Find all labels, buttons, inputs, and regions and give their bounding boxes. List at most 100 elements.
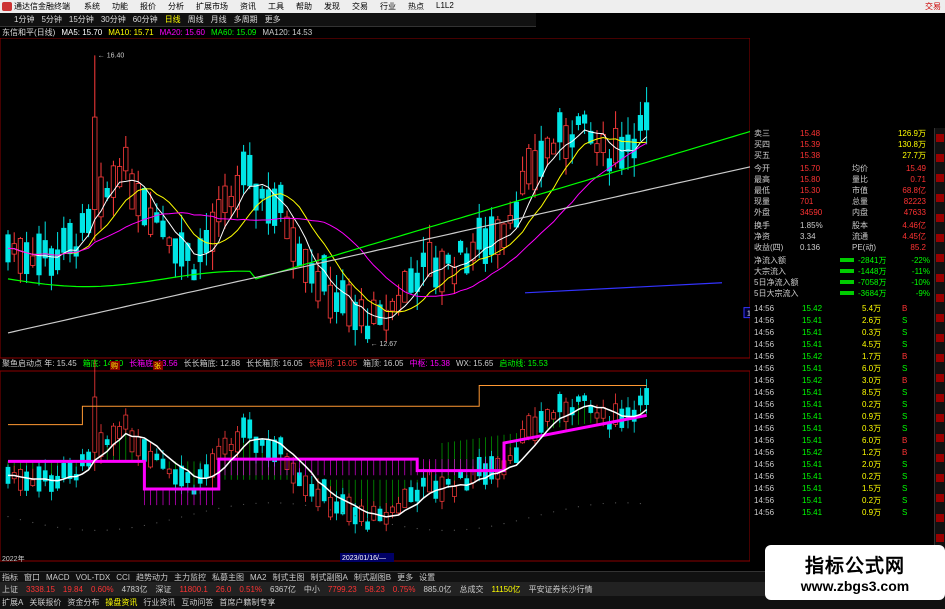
indicator-tab-1[interactable]: 窗口 <box>24 572 40 583</box>
band-dot <box>143 524 145 527</box>
side-tool-button[interactable] <box>936 234 944 242</box>
side-tool-button[interactable] <box>936 534 944 542</box>
indicator-tab-13[interactable]: 设置 <box>419 572 435 583</box>
menu-item-1[interactable]: 功能 <box>112 1 128 12</box>
quote-row: 换手 1.85% 股本 4.46亿 <box>752 220 932 230</box>
side-tool-button[interactable] <box>936 334 944 342</box>
indicator-tab-5[interactable]: 趋势动力 <box>136 572 168 583</box>
quote-value-2: 85.2 <box>910 242 926 252</box>
band-dot <box>540 514 542 516</box>
menu-item-9[interactable]: 交易 <box>352 1 368 12</box>
indicator-tab-2[interactable]: MACD <box>46 573 70 582</box>
side-tool-button[interactable] <box>936 274 944 282</box>
quote-value: 15.48 <box>800 128 821 138</box>
extension-tab-4[interactable]: 行业资讯 <box>143 597 175 608</box>
side-tool-button[interactable] <box>936 434 944 442</box>
quote-row: 最低 15.30 市值 68.8亿 <box>752 185 932 195</box>
menu-item-0[interactable]: 系统 <box>84 1 100 12</box>
flow-bar <box>840 291 854 295</box>
band-dot <box>292 503 294 505</box>
extension-tab-3[interactable]: 操盘资讯 <box>105 597 137 608</box>
menu-item-4[interactable]: 扩展市场 <box>196 1 228 12</box>
extension-tab-2[interactable]: 资金分布 <box>67 597 99 608</box>
indicator-tab-6[interactable]: 主力监控 <box>174 572 206 583</box>
period-tab-9[interactable]: 更多 <box>265 14 281 25</box>
menu-item-5[interactable]: 资讯 <box>240 1 256 12</box>
side-tool-button[interactable] <box>936 314 944 322</box>
tick-time: 14:56 <box>754 459 775 469</box>
side-tool-button[interactable] <box>936 374 944 382</box>
quote-key-2: 均价 <box>852 163 868 173</box>
side-tool-button[interactable] <box>936 354 944 362</box>
menu-item-8[interactable]: 发现 <box>324 1 340 12</box>
menu-item-11[interactable]: 热点 <box>408 1 424 12</box>
period-tab-1[interactable]: 5分钟 <box>41 14 61 25</box>
indicator-candle <box>402 488 408 508</box>
indicator-candle <box>563 397 569 432</box>
menu-item-12[interactable]: L1L2 <box>436 1 454 12</box>
side-tool-button[interactable] <box>936 214 944 222</box>
extension-tab-1[interactable]: 关联报价 <box>29 597 61 608</box>
menu-item-6[interactable]: 工具 <box>268 1 284 12</box>
quote-volume: 126.9万 <box>897 128 926 138</box>
index-name[interactable]: 深证 <box>155 584 171 595</box>
period-tab-8[interactable]: 多周期 <box>234 14 258 25</box>
period-tab-2[interactable]: 15分钟 <box>69 14 94 25</box>
extension-tab-6[interactable]: 首席户籍制专享 <box>219 597 275 608</box>
trade-button[interactable]: 交易 <box>925 1 941 12</box>
indicator-candle <box>545 408 550 427</box>
extension-tab-5[interactable]: 互动问答 <box>181 597 213 608</box>
period-tab-4[interactable]: 60分钟 <box>133 14 158 25</box>
quote-key: 换手 <box>754 220 770 230</box>
side-tool-button[interactable] <box>936 414 944 422</box>
watermark-title: 指标公式网 <box>804 556 905 577</box>
side-tool-button[interactable] <box>936 394 944 402</box>
period-tab-5[interactable]: 日线 <box>165 14 181 25</box>
menu-item-7[interactable]: 帮助 <box>296 1 312 12</box>
indicator-tab-12[interactable]: 更多 <box>397 572 413 583</box>
indicator-tab-7[interactable]: 私募主图 <box>212 572 244 583</box>
extension-tab-0[interactable]: 扩展A <box>2 597 23 608</box>
main-menu: 系统 功能 报价 分析 扩展市场 资讯 工具 帮助 发现 交易 行业 热点 L1L2 <box>84 1 454 12</box>
chart-area[interactable]: ← 16.40← 12.67购张15.0014.7514.5014.2514.0… <box>0 38 750 563</box>
menu-item-2[interactable]: 报价 <box>140 1 156 12</box>
band-dot <box>181 516 183 518</box>
period-tab-0[interactable]: 1分钟 <box>14 14 34 25</box>
indicator-candle <box>148 441 153 469</box>
side-tool-button[interactable] <box>936 474 944 482</box>
side-tool-button[interactable] <box>936 174 944 182</box>
indicator-tab-3[interactable]: VOL-TDX <box>76 573 111 582</box>
indicator-tab-11[interactable]: 制式副图B <box>354 572 391 583</box>
side-tool-button[interactable] <box>936 134 944 142</box>
indicator-tab-4[interactable]: CCI <box>116 573 130 582</box>
side-tool-button[interactable] <box>936 514 944 522</box>
indicator-tab-0[interactable]: 指标 <box>2 572 18 583</box>
tick-price: 15.42 <box>802 375 823 385</box>
side-tool-button[interactable] <box>936 494 944 502</box>
candle <box>346 278 352 333</box>
side-toolbar[interactable] <box>934 128 945 568</box>
index-name[interactable]: 上证 <box>2 584 18 595</box>
candle <box>439 248 445 305</box>
menu-item-10[interactable]: 行业 <box>380 1 396 12</box>
tick-price: 15.42 <box>802 351 823 361</box>
side-tool-button[interactable] <box>936 294 944 302</box>
indicator-candle <box>607 416 612 438</box>
indicator-candle <box>5 464 11 489</box>
indicator-tab-10[interactable]: 制式副图A <box>310 572 347 583</box>
side-tool-button[interactable] <box>936 254 944 262</box>
candle <box>123 135 129 180</box>
indicator-tab-9[interactable]: 制式主图 <box>272 572 304 583</box>
period-tab-7[interactable]: 月线 <box>211 14 227 25</box>
side-tool-button[interactable] <box>936 154 944 162</box>
side-tool-button[interactable] <box>936 454 944 462</box>
tick-volume: 3.0万 <box>862 375 882 385</box>
index-name[interactable]: 中小 <box>304 584 320 595</box>
indicator-tab-8[interactable]: MA2 <box>250 573 266 582</box>
side-tool-button[interactable] <box>936 194 944 202</box>
period-tab-3[interactable]: 30分钟 <box>101 14 126 25</box>
tick-row: 14:56 15.41 4.5万 S <box>752 339 932 349</box>
indicator-candle <box>86 449 91 469</box>
menu-item-3[interactable]: 分析 <box>168 1 184 12</box>
period-tab-6[interactable]: 周线 <box>188 14 204 25</box>
